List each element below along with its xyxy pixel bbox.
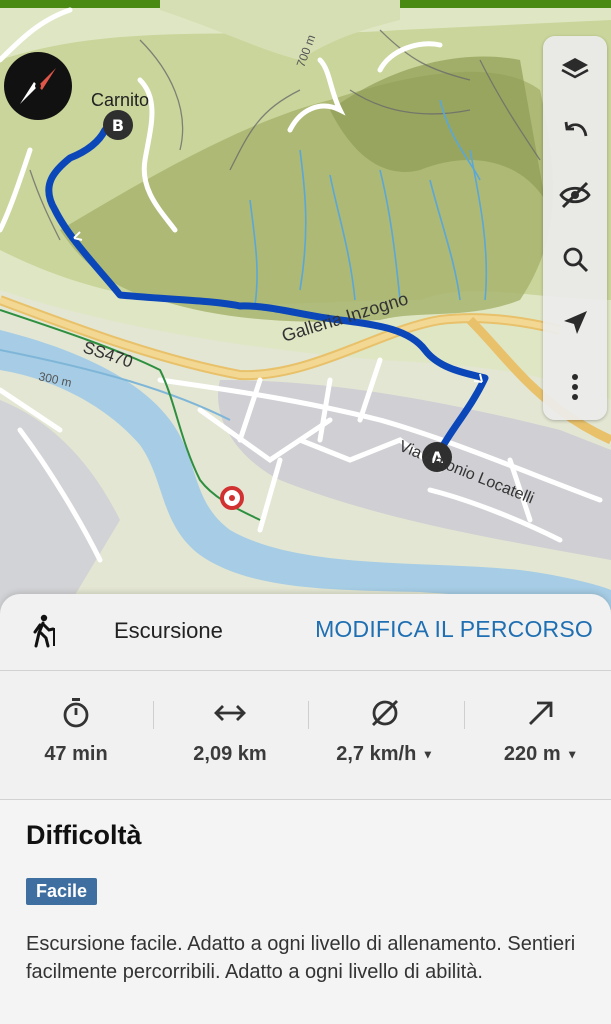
ascent-icon	[529, 701, 553, 725]
difficulty-title: Difficoltà	[26, 820, 142, 850]
route-stats: 47 min 2,09 km 2,7 km/h ▼ 220 m ▼	[0, 671, 611, 799]
stat-duration: 47 min	[0, 671, 152, 799]
map-canvas[interactable]: B A Carnito SS470 Galleria Inzogno Via A…	[0, 0, 611, 620]
layers-icon	[561, 58, 589, 79]
search-button[interactable]	[543, 230, 607, 288]
stopwatch-icon	[63, 698, 89, 728]
compass-button[interactable]	[4, 52, 72, 120]
layers-button[interactable]	[543, 40, 607, 98]
edit-route-button[interactable]: MODIFICA IL PERCORSO	[315, 616, 593, 643]
undo-button[interactable]	[543, 102, 607, 160]
speed-value: 2,7 km/h ▼	[309, 743, 461, 766]
visibility-toggle-button[interactable]	[543, 166, 607, 224]
activity-type-label: Escursione	[114, 618, 223, 643]
more-button[interactable]	[543, 358, 607, 416]
chevron-down-icon: ▼	[566, 747, 579, 762]
elevation-value: 220 m ▼	[465, 743, 611, 766]
distance-arrows-icon	[214, 705, 246, 721]
distance-value: 2,09 km	[193, 743, 267, 765]
duration-value: 47 min	[44, 743, 108, 765]
undo-icon	[564, 121, 588, 137]
difficulty-badge: Facile	[26, 878, 98, 905]
route-bottom-sheet: Escursione MODIFICA IL PERCORSO 47 min 2…	[0, 594, 611, 1024]
stat-elevation[interactable]: 220 m ▼	[465, 671, 611, 799]
speed-text: 2,7 km/h	[336, 743, 417, 765]
average-speed-icon	[372, 700, 398, 726]
navigation-arrow-icon	[564, 311, 587, 334]
locate-button[interactable]	[543, 294, 607, 352]
stat-distance: 2,09 km	[154, 671, 306, 799]
place-label: Carnito	[91, 90, 149, 110]
activity-type-button[interactable]	[30, 614, 60, 648]
map-toolbar	[543, 36, 607, 420]
more-vert-icon	[572, 374, 578, 400]
difficulty-description: Escursione facile. Adatto a ogni livello…	[26, 933, 576, 983]
eye-off-icon	[559, 181, 591, 209]
map-view[interactable]: B A Carnito SS470 Galleria Inzogno Via A…	[0, 0, 611, 620]
hiker-icon	[33, 614, 55, 648]
chevron-down-icon: ▼	[421, 747, 434, 762]
search-icon	[563, 247, 589, 273]
elevation-text: 220 m	[503, 743, 561, 765]
activity-row: Escursione MODIFICA IL PERCORSO	[0, 594, 611, 670]
route-end-marker[interactable]: B	[103, 110, 133, 140]
compass-icon	[20, 68, 56, 104]
stat-speed[interactable]: 2,7 km/h ▼	[309, 671, 461, 799]
difficulty-section: Difficoltà Facile Escursione facile. Ada…	[0, 800, 611, 1024]
marker-end-letter: B	[112, 116, 124, 135]
